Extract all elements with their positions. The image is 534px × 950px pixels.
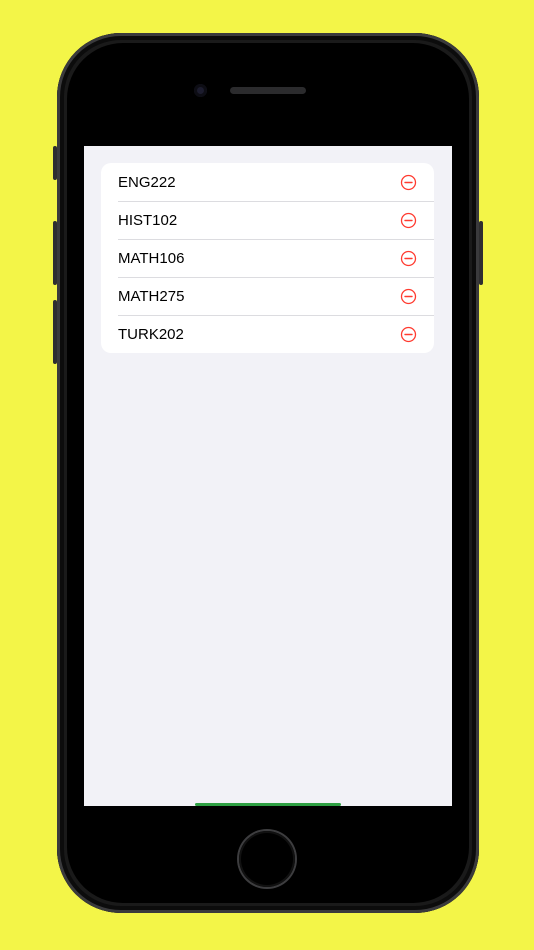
volume-down-button xyxy=(53,300,57,364)
volume-up-button xyxy=(53,221,57,285)
silent-switch xyxy=(53,146,57,180)
list-item[interactable]: MATH275 xyxy=(101,277,434,315)
course-list: ENG222 HIST102 MATH106 MATH275 TURK202 xyxy=(101,163,434,353)
minus-circle-icon[interactable] xyxy=(400,326,417,343)
minus-circle-icon[interactable] xyxy=(400,174,417,191)
course-label: MATH275 xyxy=(118,287,185,305)
course-label: MATH106 xyxy=(118,249,185,267)
front-camera xyxy=(194,84,207,97)
app-screen: ENG222 HIST102 MATH106 MATH275 TURK202 xyxy=(84,146,452,806)
list-item[interactable]: MATH106 xyxy=(101,239,434,277)
home-indicator xyxy=(195,803,341,806)
course-label: TURK202 xyxy=(118,325,184,343)
earpiece-speaker xyxy=(230,87,306,94)
home-button[interactable] xyxy=(239,831,295,887)
power-button xyxy=(479,221,483,285)
list-item[interactable]: HIST102 xyxy=(101,201,434,239)
minus-circle-icon[interactable] xyxy=(400,212,417,229)
list-item[interactable]: ENG222 xyxy=(101,163,434,201)
course-label: HIST102 xyxy=(118,211,178,229)
minus-circle-icon[interactable] xyxy=(400,288,417,305)
list-item[interactable]: TURK202 xyxy=(101,315,434,353)
minus-circle-icon[interactable] xyxy=(400,250,417,267)
course-label: ENG222 xyxy=(118,173,176,191)
